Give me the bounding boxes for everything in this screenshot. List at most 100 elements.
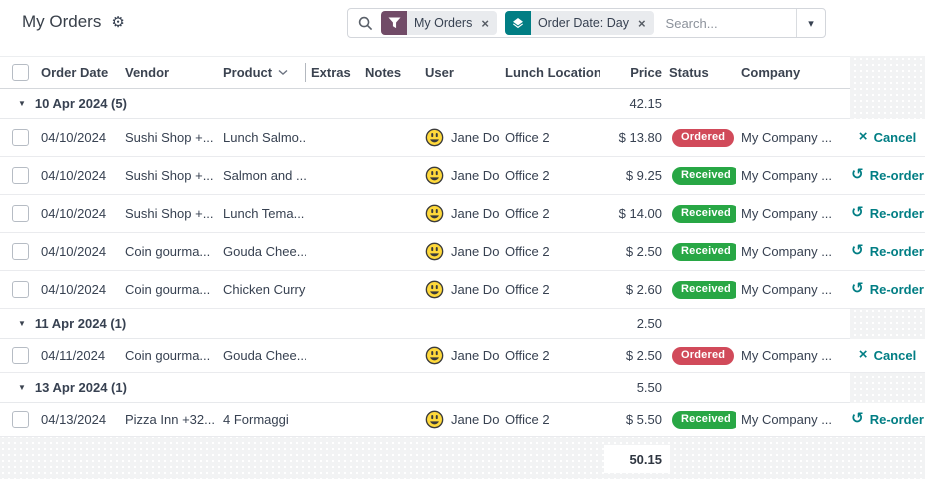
header-notes[interactable]: Notes [360,56,420,89]
header-lunch-location[interactable]: Lunch Location [500,56,600,89]
row-action-button[interactable]: ↺ Re-order [850,233,925,271]
settings-gear-icon[interactable]: ⚙ [111,14,124,30]
row-select-cell [0,339,36,373]
extras-cell [306,403,360,437]
company-cell: My Company ... [736,157,850,195]
order-date-cell: 04/13/2024 [36,403,120,437]
header-product[interactable]: Product [218,56,306,89]
row-action-button[interactable]: × Cancel [850,119,925,157]
row-select-cell [0,157,36,195]
order-date-cell: 04/10/2024 [36,119,120,157]
product-cell: Chicken Curry [218,271,306,309]
search-facet-order-date-day: Order Date: Day × [505,11,654,35]
select-all-checkbox[interactable] [12,64,29,81]
search-dropdown-toggle[interactable]: ▾ [796,9,825,37]
user-smiley-avatar [425,280,444,299]
row-checkbox[interactable] [12,411,29,428]
row-action-button[interactable]: ↺ Re-order [850,195,925,233]
user-name: Jane Doe [451,282,500,297]
user-smiley-avatar [425,242,444,261]
group-row[interactable]: ▼ 10 Apr 2024 (5) 42.15 [0,89,925,119]
group-expand-caret-icon[interactable]: ▼ [18,319,26,328]
header-order-date[interactable]: Order Date [36,56,120,89]
group-expand-caret-icon[interactable]: ▼ [18,383,26,392]
company-cell: My Company ... [736,339,850,373]
content-area: Order Date Vendor Product Extras Notes U… [0,56,925,479]
order-row[interactable]: 04/10/2024 Sushi Shop +... Lunch Salmo..… [0,119,925,157]
user-name: Jane Doe [451,206,500,221]
row-checkbox[interactable] [12,205,29,222]
group-row[interactable]: ▼ 13 Apr 2024 (1) 5.50 [0,373,925,403]
order-row[interactable]: 04/10/2024 Coin gourma... Chicken Curry … [0,271,925,309]
company-cell: My Company ... [736,233,850,271]
row-select-cell [0,195,36,233]
extras-cell [306,195,360,233]
status-badge: Received [672,167,736,185]
header-extras[interactable]: Extras [306,56,360,89]
product-cell: 4 Formaggi [218,403,306,437]
price-cell: $ 2.50 [600,339,664,373]
facet-label: Order Date: Day [531,16,636,30]
group-header-cell[interactable]: ▼ 10 Apr 2024 (5) [0,89,600,119]
reorder-undo-icon: ↺ [851,167,864,182]
product-cell: Salmon and ... [218,157,306,195]
status-cell: Received [664,157,736,195]
user-cell: Jane Doe [420,195,500,233]
product-cell: Lunch Salmo... [218,119,306,157]
lunch-location-cell: Office 2 [500,157,600,195]
price-cell: $ 14.00 [600,195,664,233]
order-row[interactable]: 04/11/2024 Coin gourma... Gouda Chee... … [0,339,925,373]
extras-cell [306,119,360,157]
order-row[interactable]: 04/10/2024 Sushi Shop +... Salmon and ..… [0,157,925,195]
group-action-empty [850,309,925,339]
group-action-empty [850,89,925,119]
header-company[interactable]: Company [736,56,850,89]
company-cell: My Company ... [736,119,850,157]
row-checkbox[interactable] [12,129,29,146]
notes-cell [360,271,420,309]
group-filler [664,373,850,403]
user-name: Jane Doe [451,244,500,259]
row-action-button[interactable]: ↺ Re-order [850,157,925,195]
user-cell: Jane Doe [420,271,500,309]
row-select-cell [0,233,36,271]
header-actions-empty [850,56,925,89]
group-header-cell[interactable]: ▼ 11 Apr 2024 (1) [0,309,600,339]
facet-remove-icon[interactable]: × [479,16,497,31]
header-product-label: Product [223,65,272,80]
row-checkbox[interactable] [12,167,29,184]
row-action-button[interactable]: × Cancel [850,339,925,373]
header-user[interactable]: User [420,56,500,89]
facet-remove-icon[interactable]: × [636,16,654,31]
row-action-button[interactable]: ↺ Re-order [850,271,925,309]
header-price[interactable]: Price [600,56,664,89]
order-date-cell: 04/10/2024 [36,157,120,195]
order-row[interactable]: 04/10/2024 Sushi Shop +... Lunch Tema...… [0,195,925,233]
column-divider [305,63,306,83]
group-row[interactable]: ▼ 11 Apr 2024 (1) 2.50 [0,309,925,339]
row-checkbox[interactable] [12,347,29,364]
chevron-down-icon[interactable] [278,69,288,76]
search-bar[interactable]: My Orders × Order Date: Day × Search... … [347,8,826,38]
row-action-button[interactable]: ↺ Re-order [850,403,925,437]
row-select-cell [0,271,36,309]
vendor-cell: Coin gourma... [120,233,218,271]
vendor-cell: Sushi Shop +... [120,157,218,195]
table-header-row: Order Date Vendor Product Extras Notes U… [0,56,925,89]
order-row[interactable]: 04/10/2024 Coin gourma... Gouda Chee... … [0,233,925,271]
order-date-cell: 04/11/2024 [36,339,120,373]
group-expand-caret-icon[interactable]: ▼ [18,99,26,108]
group-header-cell[interactable]: ▼ 13 Apr 2024 (1) [0,373,600,403]
action-label: Re-order [870,168,924,183]
row-checkbox[interactable] [12,281,29,298]
price-cell: $ 9.25 [600,157,664,195]
row-select-cell [0,403,36,437]
header-vendor[interactable]: Vendor [120,56,218,89]
search-input[interactable]: Search... [666,16,796,31]
company-cell: My Company ... [736,403,850,437]
status-badge: Received [672,281,736,299]
row-checkbox[interactable] [12,243,29,260]
user-smiley-avatar [425,166,444,185]
order-row[interactable]: 04/13/2024 Pizza Inn +32... 4 Formaggi J… [0,403,925,437]
header-status[interactable]: Status [664,56,736,89]
